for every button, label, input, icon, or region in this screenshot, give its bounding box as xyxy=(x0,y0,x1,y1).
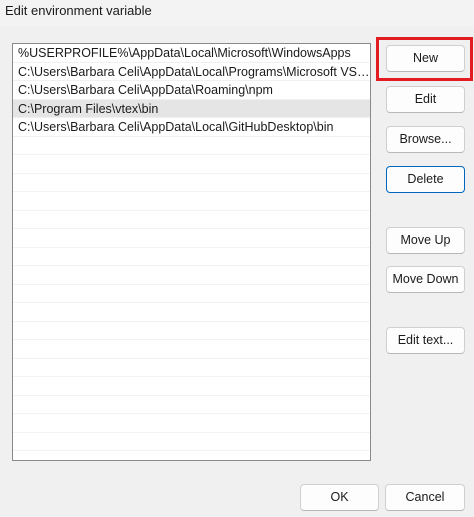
list-item[interactable]: %USERPROFILE%\AppData\Local\Microsoft\Wi… xyxy=(13,44,370,63)
edit-button[interactable]: Edit xyxy=(386,86,465,113)
edit-text-button[interactable]: Edit text... xyxy=(386,327,465,354)
empty-row[interactable] xyxy=(13,451,370,460)
move-down-button[interactable]: Move Down xyxy=(386,266,465,293)
empty-row[interactable] xyxy=(13,414,370,433)
empty-row[interactable] xyxy=(13,174,370,192)
browse-button[interactable]: Browse... xyxy=(386,126,465,153)
empty-row[interactable] xyxy=(13,137,370,155)
list-item[interactable]: C:\Users\Barbara Celi\AppData\Local\Prog… xyxy=(13,63,370,81)
list-item[interactable]: C:\Users\Barbara Celi\AppData\Roaming\np… xyxy=(13,81,370,100)
empty-row[interactable] xyxy=(13,396,370,414)
empty-row[interactable] xyxy=(13,155,370,174)
empty-row[interactable] xyxy=(13,433,370,451)
delete-button[interactable]: Delete xyxy=(386,166,465,193)
cancel-button[interactable]: Cancel xyxy=(385,484,465,511)
list-item-selected[interactable]: C:\Program Files\vtex\bin xyxy=(13,99,370,118)
empty-row[interactable] xyxy=(13,192,370,211)
empty-row[interactable] xyxy=(13,285,370,303)
empty-row[interactable] xyxy=(13,377,370,396)
new-button[interactable]: New xyxy=(386,45,465,72)
empty-row[interactable] xyxy=(13,229,370,248)
path-list[interactable]: %USERPROFILE%\AppData\Local\Microsoft\Wi… xyxy=(12,43,371,461)
empty-row[interactable] xyxy=(13,322,370,340)
empty-row[interactable] xyxy=(13,340,370,359)
empty-row[interactable] xyxy=(13,248,370,266)
title-bar: Edit environment variable xyxy=(0,0,474,26)
empty-row[interactable] xyxy=(13,266,370,285)
list-item[interactable]: C:\Users\Barbara Celi\AppData\Local\GitH… xyxy=(13,118,370,137)
empty-row[interactable] xyxy=(13,211,370,229)
empty-row[interactable] xyxy=(13,359,370,377)
ok-button[interactable]: OK xyxy=(300,484,379,511)
move-up-button[interactable]: Move Up xyxy=(386,227,465,254)
empty-row[interactable] xyxy=(13,303,370,322)
window-title: Edit environment variable xyxy=(5,3,152,18)
